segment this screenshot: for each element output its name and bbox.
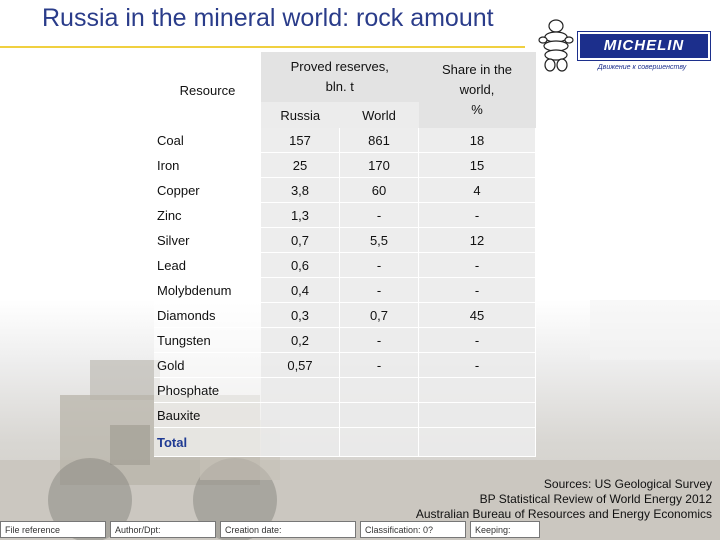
footer-bar: File reference Author/Dpt: Creation date… [0,521,720,540]
cell-world: 861 [339,128,419,153]
total-label: Total [154,427,261,457]
header-reserves-line1: Proved reserves, [290,59,389,74]
cell-resource: Tungsten [154,327,261,353]
cell-share [418,402,536,428]
page-title: Russia in the mineral world: rock amount [42,4,494,32]
cell-world [339,402,419,428]
total-world [339,427,419,457]
header-share-line1: Share in the [441,62,513,77]
cell-share: - [418,352,536,378]
cell-resource: Coal [154,128,261,153]
footer-file-reference: File reference [0,521,106,538]
cell-resource: Zinc [154,202,261,228]
footer-creation-date: Creation date: [220,521,356,538]
cell-world: 60 [339,177,419,203]
cell-world: 0,7 [339,302,419,328]
cell-world: - [339,202,419,228]
cell-share: - [418,202,536,228]
total-russia [261,427,340,457]
title-underline [0,46,525,48]
table-row: Tungsten 0,2- - [154,327,536,353]
cell-russia: 1,3 [261,202,340,228]
header-world: World [339,102,419,128]
table-row: Bauxite [154,402,536,428]
cell-resource: Bauxite [154,402,261,428]
cell-russia: 0,6 [261,252,340,278]
source-line-2: BP Statistical Review of World Energy 20… [479,492,712,506]
cell-share: 12 [418,227,536,253]
cell-russia [261,402,340,428]
header-reserves-line2: bln. t [325,79,354,94]
header-share: Share in the world, % [418,52,536,128]
cell-russia: 25 [261,152,340,178]
cell-russia: 0,3 [261,302,340,328]
cell-russia [261,377,340,403]
table-row: Diamonds 0,3 0,7 45 [154,302,536,328]
logo-tagline: Движение к совершенству [597,64,687,71]
cell-russia: 0,57 [261,352,340,378]
cell-russia: 3,8 [261,177,340,203]
cell-resource: Lead [154,252,261,278]
header-reserves: Proved reserves, bln. t [261,52,419,102]
footer-keeping: Keeping: [470,521,540,538]
cell-resource: Silver [154,227,261,253]
cell-resource: Copper [154,177,261,203]
minerals-table: Resource Proved reserves, bln. t Share i… [154,52,536,457]
cell-share: 45 [418,302,536,328]
cell-share: - [418,277,536,303]
footer-author: Author/Dpt: [110,521,216,538]
table-row: Silver 0,7 5,5 12 [154,227,536,253]
source-line-1: Sources: US Geological Survey [543,477,712,491]
cell-resource: Iron [154,152,261,178]
table-row: Lead 0,6- - [154,252,536,278]
table-row: Zinc 1,3- - [154,202,536,228]
header-resource: Resource [154,52,261,128]
cell-russia: 0,2 [261,327,340,353]
table-row: Molybdenum 0,4- - [154,277,536,303]
header-share-line3: % [471,102,483,117]
total-share [418,427,536,457]
header-russia: Russia [261,102,340,128]
cell-share: - [418,252,536,278]
table-row: Iron 25 170 15 [154,152,536,178]
cell-world: - [339,327,419,353]
cell-share [418,377,536,403]
cell-russia: 0,7 [261,227,340,253]
logo-wordmark: MICHELIN [577,31,711,61]
table-body: Coal 157 861 18 Iron 25 170 15 Copper 3,8 60 4 Zinc 1… [154,128,536,428]
cell-resource: Gold [154,352,261,378]
cell-world: - [339,252,419,278]
cell-share: 15 [418,152,536,178]
cell-share: 18 [418,128,536,153]
sources-note: Sources: US Geological Survey BP Statist… [416,477,712,522]
header-share-line2: world, [459,82,495,97]
cell-resource: Molybdenum [154,277,261,303]
source-line-3: Australian Bureau of Resources and Energ… [415,507,712,521]
cell-world: - [339,277,419,303]
cell-resource: Diamonds [154,302,261,328]
table-row: Copper 3,8 60 4 [154,177,536,203]
table-row: Phosphate [154,377,536,403]
cell-world [339,377,419,403]
cell-share: - [418,327,536,353]
cell-world: 5,5 [339,227,419,253]
table-row: Gold 0,57- - [154,352,536,378]
cell-world: - [339,352,419,378]
table-row: Coal 157 861 18 [154,128,536,153]
cell-resource: Phosphate [154,377,261,403]
cell-share: 4 [418,177,536,203]
michelin-logo: MICHELIN Движение к совершенству [536,12,712,80]
cell-russia: 157 [261,128,340,153]
cell-russia: 0,4 [261,277,340,303]
table-row-total: Total [154,427,536,457]
bibendum-icon [538,19,574,72]
cell-world: 170 [339,152,419,178]
footer-classification: Classification: 0? [360,521,466,538]
